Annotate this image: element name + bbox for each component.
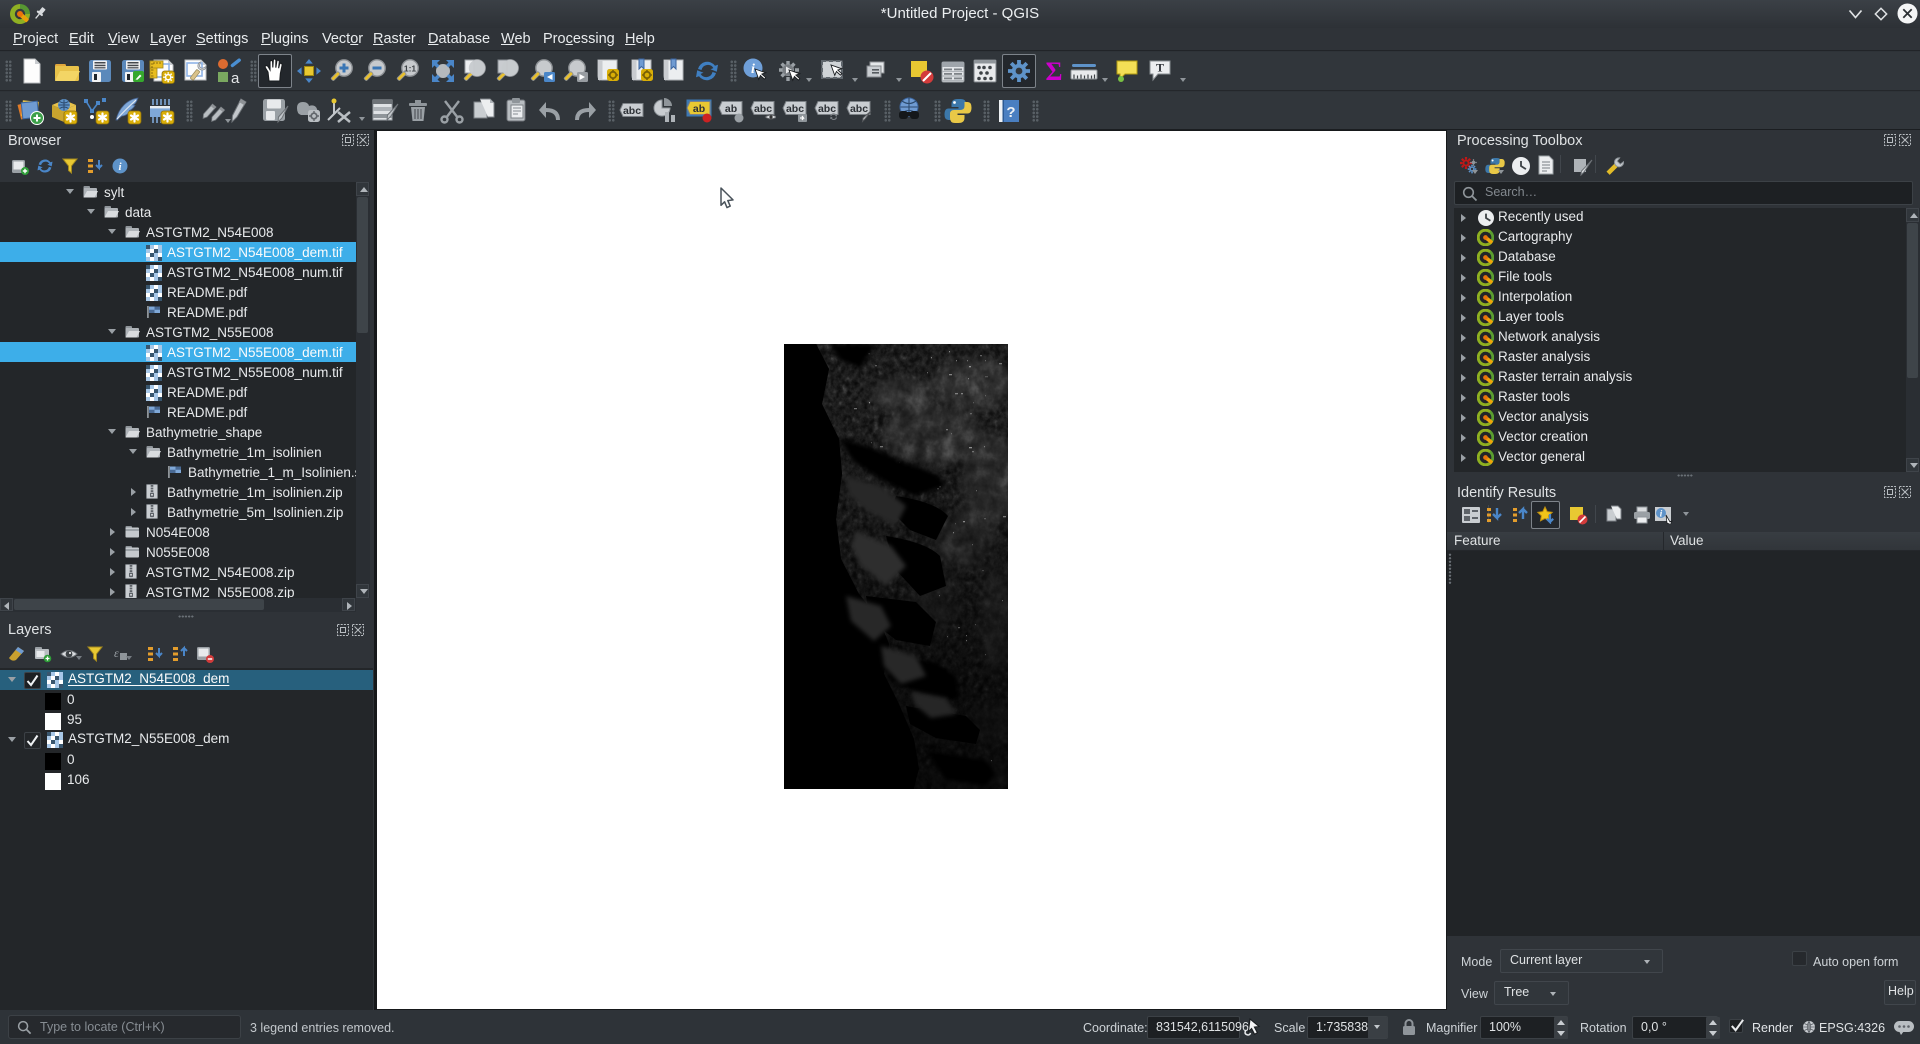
svg-text:T: T	[1156, 61, 1164, 75]
svg-text:a: a	[231, 70, 240, 84]
svg-text:Σ: Σ	[1046, 58, 1063, 84]
svg-text:?: ?	[1006, 104, 1015, 121]
svg-text:ab: ab	[693, 103, 705, 115]
svg-text:ab: ab	[725, 103, 737, 115]
svg-text:i: i	[751, 62, 755, 77]
svg-text:abc: abc	[818, 103, 836, 115]
svg-text:abc: abc	[786, 103, 804, 115]
svg-text:ε: ε	[114, 646, 119, 660]
svg-text:abc: abc	[850, 103, 868, 115]
svg-text:abc: abc	[623, 105, 641, 117]
svg-text:1:1: 1:1	[404, 64, 417, 74]
svg-text:abc: abc	[754, 103, 772, 115]
